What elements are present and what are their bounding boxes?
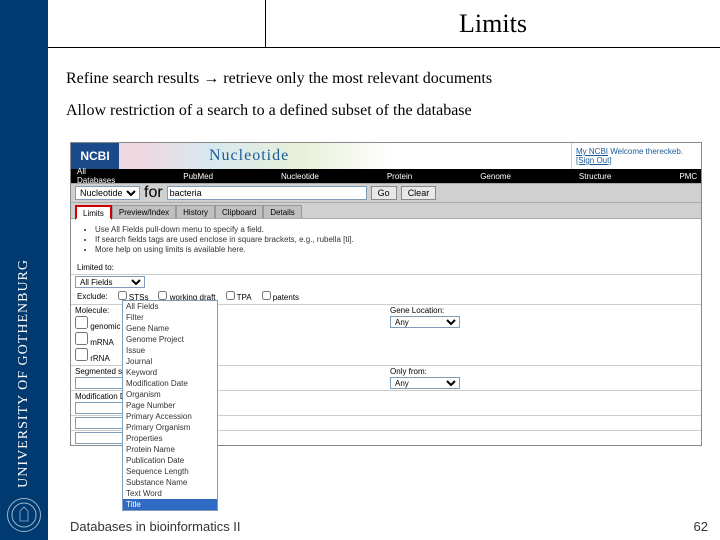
excl-tpa[interactable]	[226, 291, 235, 300]
mol-gdna[interactable]	[75, 316, 88, 329]
page-title: Limits	[459, 9, 527, 39]
sidebar: UNIVERSITY OF GOTHENBURG	[0, 0, 48, 540]
ncbi-navbar: All Databases PubMed Nucleotide Protein …	[71, 169, 701, 183]
arrow-icon: →	[203, 70, 219, 87]
title-bar: Limits	[48, 0, 720, 48]
intro-text: Refine search results → retrieve only th…	[48, 48, 720, 142]
fields-select[interactable]: All Fields	[75, 276, 145, 288]
search-bar: Nucleotide for Go Clear	[71, 183, 701, 203]
slide-footer: Databases in bioinformatics II 62	[70, 519, 708, 534]
ncbi-banner: Nucleotide	[119, 143, 571, 169]
nav-item[interactable]: Structure	[579, 172, 611, 181]
excl-draft[interactable]	[158, 291, 167, 300]
fields-dropdown-open[interactable]: All Fields Filter Gene Name Genome Proje…	[122, 300, 218, 511]
nav-item[interactable]: All Databases	[77, 167, 115, 185]
tab-limits[interactable]: Limits	[75, 205, 112, 220]
tab-details[interactable]: Details	[263, 205, 301, 218]
go-button[interactable]: Go	[371, 186, 397, 200]
university-seal-icon	[7, 498, 41, 532]
nav-item[interactable]: Nucleotide	[281, 172, 319, 181]
nav-item[interactable]: Protein	[387, 172, 412, 181]
search-input[interactable]	[167, 186, 367, 200]
ncbi-logo[interactable]: NCBI	[71, 143, 119, 169]
tab-bar: Limits Preview/Index History Clipboard D…	[71, 203, 701, 219]
limited-to-label: Limited to:	[71, 261, 701, 274]
geneloc-select[interactable]: Any	[390, 316, 460, 328]
myncbi-link[interactable]: My NCBI	[576, 147, 608, 156]
ncbi-login: My NCBI Welcome thereckeb. [Sign Out]	[571, 143, 701, 169]
tab-history[interactable]: History	[176, 205, 215, 218]
page-number: 62	[694, 519, 708, 534]
university-name: UNIVERSITY OF GOTHENBURG	[16, 259, 32, 488]
tab-clipboard[interactable]: Clipboard	[215, 205, 263, 218]
clear-button[interactable]: Clear	[401, 186, 437, 200]
footer-left: Databases in bioinformatics II	[70, 519, 241, 534]
tips-list: Use All Fields pull-down menu to specify…	[71, 219, 701, 261]
tab-preview[interactable]: Preview/Index	[112, 205, 176, 218]
mol-rrna[interactable]	[75, 348, 88, 361]
nav-item[interactable]: PubMed	[183, 172, 213, 181]
excl-patents[interactable]	[262, 291, 271, 300]
nav-item[interactable]: PMC	[679, 172, 697, 181]
db-select[interactable]: Nucleotide	[75, 186, 140, 200]
nav-item[interactable]: Genome	[480, 172, 511, 181]
mol-mrna[interactable]	[75, 332, 88, 345]
onlyfrom-select[interactable]: Any	[390, 377, 460, 389]
signout-link[interactable]: [Sign Out]	[576, 156, 612, 165]
excl-sts[interactable]	[118, 291, 127, 300]
